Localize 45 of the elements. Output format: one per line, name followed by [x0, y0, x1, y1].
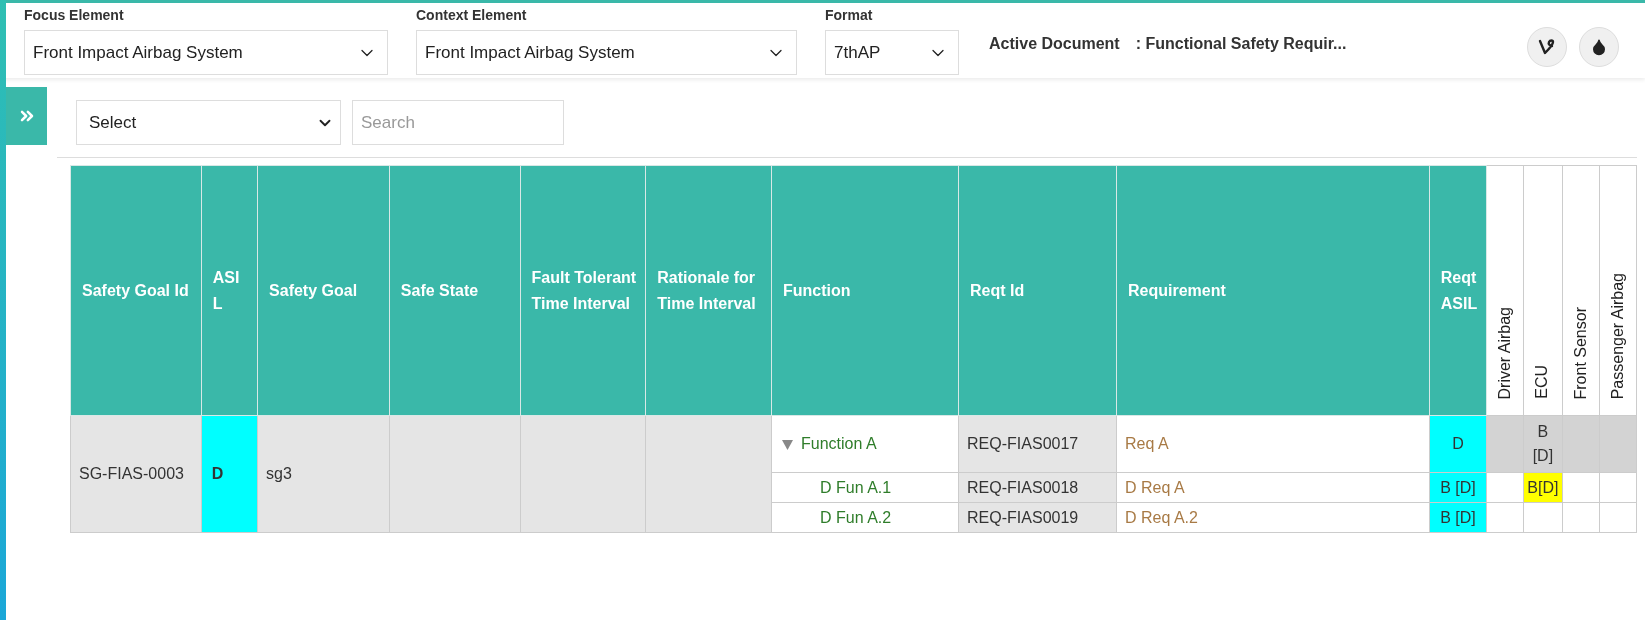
droplet-icon	[1590, 38, 1608, 56]
asil-cell: B [D]	[1429, 472, 1487, 503]
table-cell: Req A	[1116, 415, 1430, 473]
table-cell: REQ-FIAS0017	[958, 415, 1117, 473]
column-header: Reqt ASIL	[1429, 165, 1487, 416]
column-header: Safety Goal	[257, 165, 390, 416]
table-cell: D Req A.2	[1116, 502, 1430, 533]
column-header: Passenger Airbag	[1599, 165, 1637, 416]
droplet-button[interactable]	[1579, 27, 1619, 67]
column-header: ECU	[1523, 165, 1562, 416]
active-document-label: Active Document	[989, 35, 1120, 53]
column-header: Requirement	[1116, 165, 1430, 416]
triangle-down-icon[interactable]	[782, 439, 793, 450]
column-header: Front Sensor	[1562, 165, 1600, 416]
v-logo-button[interactable]	[1527, 27, 1567, 67]
column-header: Driver Airbag	[1486, 165, 1524, 416]
focus-element-dropdown[interactable]: Front Impact Airbag System	[24, 30, 388, 75]
column-header: Rationale for Time Interval	[645, 165, 772, 416]
active-document-value: : Functional Safety Requir...	[1135, 35, 1347, 53]
field-label: Format	[825, 7, 874, 25]
v-logo-icon	[1538, 38, 1556, 56]
column-header: Reqt Id	[958, 165, 1117, 416]
table-cell: REQ-FIAS0018	[958, 472, 1117, 503]
column-header: Safety Goal Id	[70, 165, 202, 416]
column-header: ASIL	[201, 165, 258, 416]
column-header: Function	[771, 165, 959, 416]
function-tree-item[interactable]: D Fun A.2	[771, 502, 959, 533]
function-tree-item[interactable]: Function A	[771, 415, 959, 473]
field-label: Focus Element	[24, 7, 125, 25]
table-cell: SG-FIAS-0003	[70, 415, 202, 533]
function-tree-item[interactable]: D Fun A.1	[771, 472, 959, 503]
select-dropdown[interactable]: Select	[76, 100, 341, 145]
asil-cell: D	[201, 415, 258, 533]
column-header: Fault Tolerant Time Interval	[520, 165, 646, 416]
allocation-cell: B[D]	[1523, 415, 1562, 473]
asil-cell: B [D]	[1429, 502, 1487, 533]
table-cell: D Req A	[1116, 472, 1430, 503]
table-cell: REQ-FIAS0019	[958, 502, 1117, 533]
format-dropdown[interactable]: 7thAP	[825, 30, 959, 75]
asil-cell: D	[1429, 415, 1487, 473]
column-header: Safe State	[389, 165, 521, 416]
table-cell: sg3	[257, 415, 390, 533]
field-label: Context Element	[416, 7, 528, 25]
search-field[interactable]: Search	[352, 100, 564, 145]
context-element-dropdown[interactable]: Front Impact Airbag System	[416, 30, 797, 75]
